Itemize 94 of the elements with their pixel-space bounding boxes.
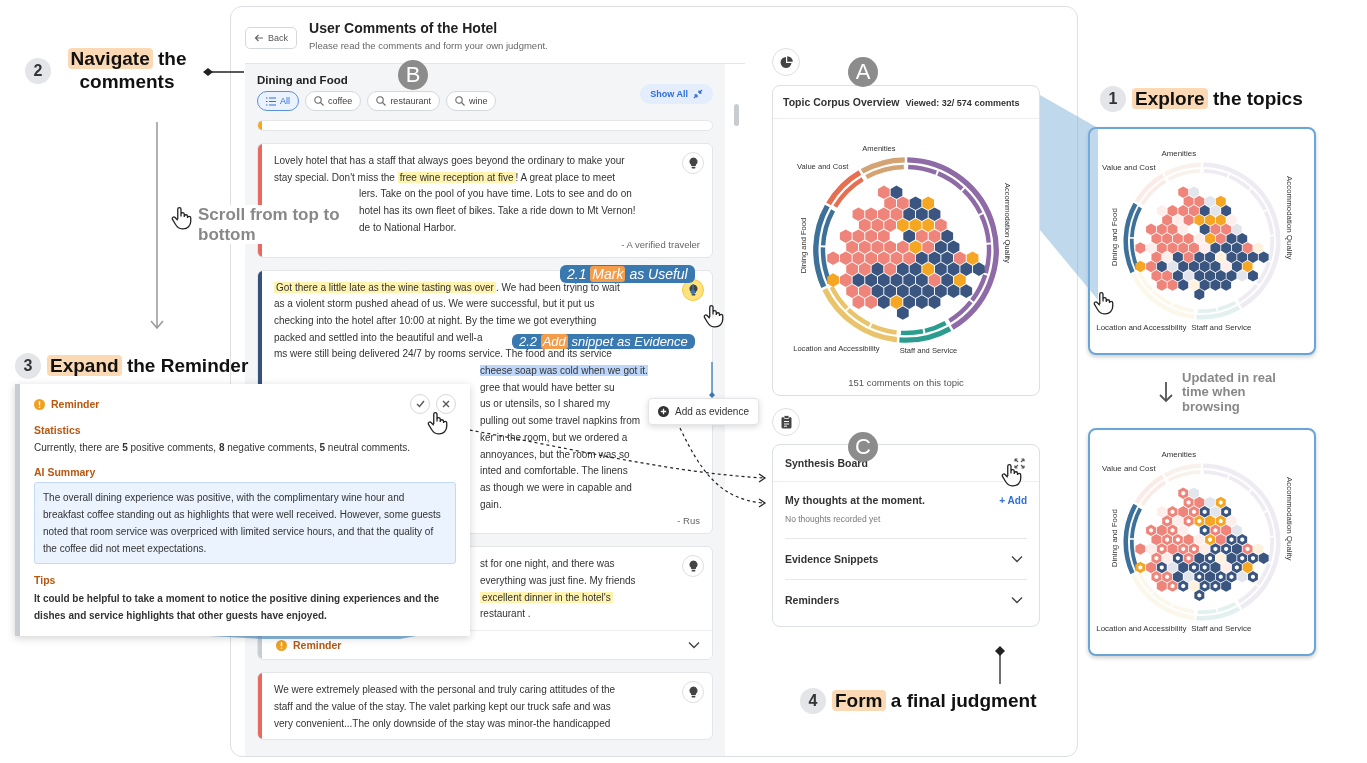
search-icon xyxy=(376,96,387,106)
comment-text-line: inted and comfortable. The linens xyxy=(480,464,628,479)
comment-text-line: st for one night, and there was xyxy=(480,557,615,572)
substep-label: 2.2 Add snippet as Evidence xyxy=(512,334,695,349)
comment-text-line: us or utensils, so I shared my xyxy=(480,397,611,412)
lightbulb-icon xyxy=(688,686,698,699)
filter-chip[interactable]: coffee xyxy=(305,91,362,111)
comment-author: - Rus xyxy=(677,515,700,527)
alert-icon xyxy=(276,639,287,651)
comment-text-line: ms were still being delivered 24/7 by rooms service. The food and its service xyxy=(274,348,612,362)
thoughts-heading: My thoughts at the moment. xyxy=(785,494,925,506)
expand-arrows-icon[interactable] xyxy=(1014,457,1025,469)
comment-text-line: pulling out some travel napkins from xyxy=(480,414,641,429)
comment-text-line: staff and the value of the stay. The valet parking kept our truck safe and was xyxy=(274,699,611,714)
pie-chart-icon xyxy=(779,55,793,69)
close-icon xyxy=(442,400,450,408)
add-link[interactable]: + Add xyxy=(999,494,1027,506)
topic-ring-segment[interactable] xyxy=(1123,202,1142,274)
card-title: Topic Corpus Overview xyxy=(783,96,900,108)
back-button[interactable]: Back xyxy=(245,27,297,49)
leader-line xyxy=(709,361,715,398)
comment-text-line: ker in the room, but we ordered a xyxy=(480,430,628,445)
topic-ring-segment[interactable] xyxy=(826,170,864,208)
section-heading: Tips xyxy=(34,574,56,586)
plus-circle-icon xyxy=(658,406,669,417)
filter-chip[interactable]: wine xyxy=(445,91,497,111)
step-number: 3 xyxy=(15,353,41,379)
page-title: User Comments of the Hotel xyxy=(309,20,499,36)
search-icon xyxy=(314,96,324,106)
empty-state-text: No thoughts recorded yet xyxy=(785,514,881,524)
comment-text-line: checking into the hotel after 10:00 at night. By the time we got everything xyxy=(274,313,597,328)
comment-text-line: We were extremely pleased with the personal and truly caring attitudes of the xyxy=(274,683,616,698)
section-heading: AI Summary xyxy=(34,466,96,478)
alert-icon xyxy=(34,398,45,410)
comment-text-line: as though we were in capable and xyxy=(480,480,632,495)
leader-line xyxy=(203,68,245,76)
close-button[interactable] xyxy=(436,394,456,414)
show-all-button[interactable]: Show All xyxy=(640,84,713,104)
list-icon xyxy=(266,96,276,106)
step-label: Explore the topics xyxy=(1132,88,1303,110)
substep-label: 2.1 Mark as Useful xyxy=(560,265,695,283)
comment-text-line: Got there a little late as the wine tasting was over . We had been trying to wait xyxy=(274,280,620,295)
comment-text-line: Lovely hotel that has a staff that always goes beyond the ordinary to make your xyxy=(274,154,625,168)
viewed-count: Viewed: 32/ 574 comments xyxy=(905,98,1020,108)
leader-line xyxy=(995,646,1005,685)
comment-text-line: de to National Harbor. xyxy=(359,220,457,235)
add-evidence-menu-item[interactable]: Add as evidence xyxy=(648,398,759,425)
topic-ring-segment[interactable] xyxy=(1131,271,1195,320)
lightbulb-icon xyxy=(688,560,698,573)
step-label: Form a final judgment xyxy=(832,690,1037,712)
confirm-button[interactable] xyxy=(410,394,430,414)
comment-text-line: hotel has its own fleet of bikes. Take a ride down to Mt Vernon! xyxy=(359,204,636,219)
statistics-text: Currently, there are 5 positive comments, 8 negative comments, 5 neutral comments. xyxy=(34,441,412,455)
mark-useful-button[interactable] xyxy=(682,681,704,704)
topic-heading: Dining and Food xyxy=(257,74,348,86)
clipboard-icon xyxy=(780,415,792,429)
search-icon xyxy=(454,96,465,106)
topic-ring-segment[interactable] xyxy=(1123,503,1142,574)
comment-text-line: gree that would have better su xyxy=(480,380,615,395)
comment-author: - A verified traveler xyxy=(621,238,700,250)
update-note: Updated in real time when browsing xyxy=(1182,371,1277,414)
topic-ring-segment[interactable] xyxy=(813,204,836,288)
topic-ring-segment[interactable] xyxy=(899,320,952,343)
back-arrow-icon xyxy=(254,33,264,43)
topic-ring-segment[interactable] xyxy=(907,157,999,330)
topic-comment-count: 151 comments on this topic xyxy=(848,377,964,388)
comment-text-line: gain. xyxy=(480,497,502,512)
synthesis-button[interactable] xyxy=(772,408,800,436)
filter-chip[interactable]: restaurant xyxy=(367,91,440,111)
mark-useful-button[interactable] xyxy=(682,152,704,174)
comment-text-line: lers. Take on the pool of you have time. Lots to see and do on xyxy=(359,187,632,202)
comment-text-line: packed and settled into the beautiful and well-a xyxy=(274,330,483,345)
section-heading: Statistics xyxy=(34,424,81,436)
topic-ring-segment[interactable] xyxy=(822,285,898,343)
down-arrow-icon xyxy=(1158,381,1174,404)
lightbulb-icon xyxy=(688,157,698,169)
popup-title: Reminder xyxy=(51,398,100,410)
scrollbar[interactable] xyxy=(734,104,739,126)
filter-chip[interactable]: All xyxy=(257,91,299,111)
comment-text-line: everything was just fine. My friends xyxy=(480,574,636,589)
check-icon xyxy=(415,400,425,408)
comment-text-line: as a violent storm pushed ahead of us. We were successful, but it put us xyxy=(274,297,595,312)
topic-overview-button[interactable] xyxy=(772,48,800,76)
step-number: 2 xyxy=(25,57,51,84)
ai-summary-text: The overall dining experience was positive, with the complimentary wine hour and breakfast coffee standing out as highlights that were well received. However, some guests noted that room service was overpriced with limited service hours, and that the quality of the coffee did not meet expectations. xyxy=(34,482,456,564)
collapse-arrows-icon xyxy=(693,89,703,99)
mark-useful-button[interactable] xyxy=(682,555,704,578)
tips-text: It could be helpful to take a moment to notice the positive dining experiences and the dishes and service highlights that other guests have enjoyed. xyxy=(34,592,441,623)
page-subtitle: Please read the comments and form your own judgment. xyxy=(309,40,548,51)
step-number: 1 xyxy=(1100,86,1126,112)
comment-text-line: restaurant . xyxy=(480,607,531,622)
comment-text-line: very convenient...The only downside of the stay was minor-the handicapped xyxy=(274,716,611,731)
comment-text-line: stay special. Don't miss the free wine reception at five ! A great place to meet xyxy=(274,170,616,185)
step-label: Expand the Reminder xyxy=(47,355,249,377)
